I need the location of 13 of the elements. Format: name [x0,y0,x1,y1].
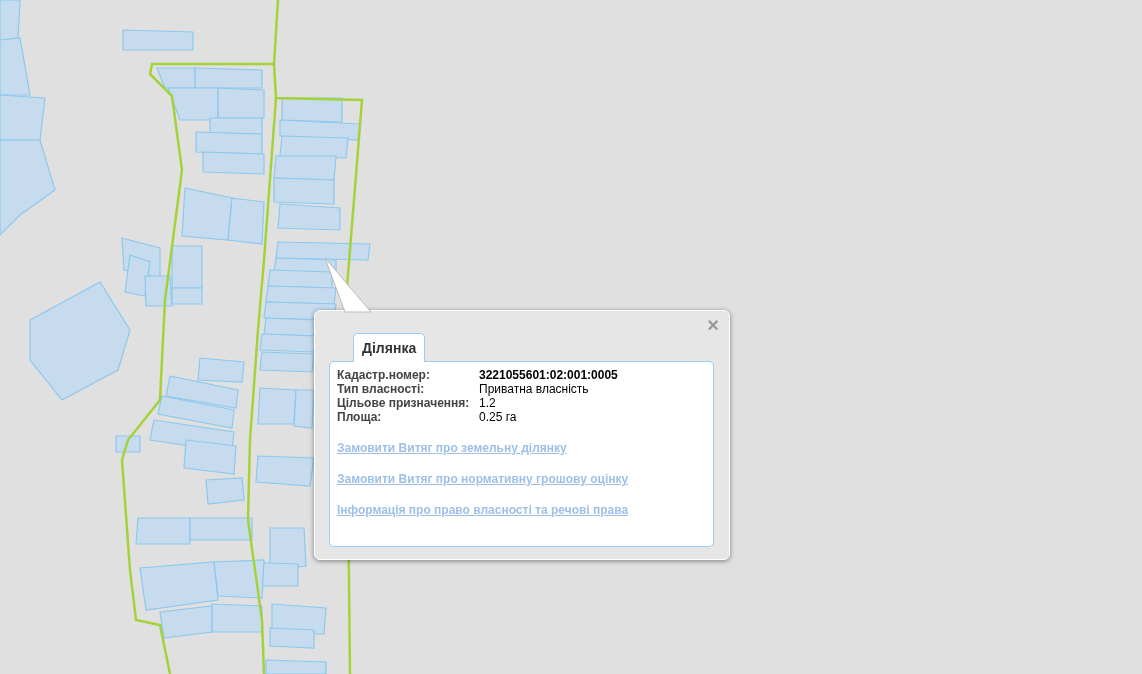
link[interactable]: Замовити Витяг про нормативну грошову оцінку [337,472,629,486]
link[interactable]: Замовити Витяг про земельну ділянку [337,441,567,455]
field-value: 0.25 га [479,410,518,424]
field-label: Тип власності: [337,382,426,396]
field-label: Цільове призначення: [337,396,471,410]
field-value: 1.2 [479,396,497,410]
link[interactable]: Інформація про право власності та речові права [337,503,629,517]
close-button[interactable]: × [705,315,721,335]
field-label: Площа: [337,410,383,424]
field-value: Приватна власність [479,382,590,396]
field-label: Кадастр.номер: [337,368,431,382]
field-value: 3221055601:02:001:0005 [479,368,619,382]
tab[interactable]: Ділянка [353,333,426,362]
